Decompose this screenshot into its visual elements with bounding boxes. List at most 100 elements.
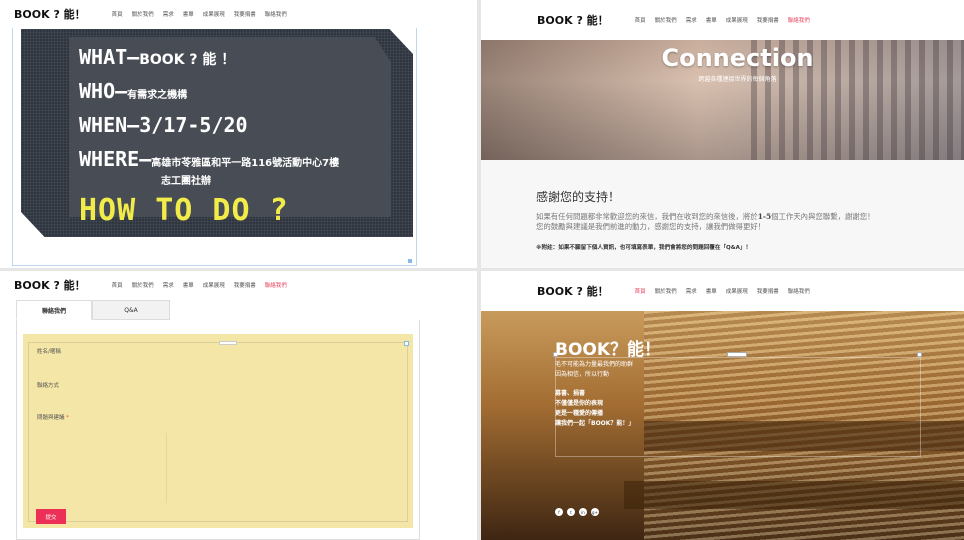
tab-qa[interactable]: Q&A (92, 300, 170, 320)
nav-item-needs[interactable]: 需求 (163, 10, 174, 18)
question-textarea[interactable] (37, 433, 167, 503)
when-label: WHEN— (79, 113, 140, 137)
nav-item-home[interactable]: 首頁 (635, 16, 646, 24)
hero-line-4: 不僅僅是你的表現 (555, 400, 604, 407)
nav-item-home[interactable]: 首頁 (112, 281, 123, 289)
where-value: 高雄市苓雅區和平一路116號活動中心7樓 (151, 158, 340, 169)
nav-item-booklist[interactable]: 書單 (183, 281, 194, 289)
facebook-icon[interactable]: f (555, 508, 563, 516)
instagram-icon[interactable]: in (579, 508, 587, 516)
name-field-label: 姓名/暱稱 (37, 349, 61, 355)
question-field-label: 問題與建議 * (37, 413, 69, 421)
hero-line-3: 募書、捐書 (555, 390, 586, 397)
nav-menu: 首頁 關於我們 需求 書單 成果展現 我要捐書 聯絡我們 (635, 287, 810, 295)
nav-item-booklist[interactable]: 書單 (706, 16, 717, 24)
text-selection-box[interactable] (555, 357, 921, 457)
site-logo[interactable]: BOOK ? 能！ (537, 12, 609, 28)
books-hero: BOOK？能！ 毛不可能為力量最我們的助群 因為相信，所以行動 募書、捐書 不僅… (481, 311, 964, 540)
panel-event-info: BOOK ? 能！ 首頁 關於我們 需求 書單 成果展現 我要捐書 聯絡我們 W… (0, 0, 477, 268)
nav-item-booklist[interactable]: 書單 (183, 10, 194, 18)
tab-panel: 姓名/暱稱 聯絡方式 問題與建議 * 提交 (16, 320, 420, 540)
nav-menu: 首頁 關於我們 需求 書單 成果展現 我要捐書 聯絡我們 (635, 16, 810, 24)
social-links: f t in g+ (555, 508, 599, 516)
contact-field-label: 聯絡方式 (37, 383, 60, 389)
site-logo[interactable]: BOOK ? 能！ (14, 6, 86, 22)
hero-title: BOOK？能！ (555, 340, 662, 360)
nav-item-about[interactable]: 關於我們 (132, 10, 154, 18)
panel-thank-you: BOOK ? 能！ 首頁 關於我們 需求 書單 成果展現 我要捐書 聯絡我們 C… (481, 0, 964, 268)
hero-line-1: 毛不可能為力量最我們的助群 (555, 361, 634, 368)
what-label: WHAT— (79, 45, 140, 69)
thank-you-text: 如果有任何問題都非常歡迎您的來信，我們在收到您的來信後，將於1-5個工作天內與您… (536, 212, 936, 232)
form-selection-box[interactable]: 姓名/暱稱 聯絡方式 問題與建議 * 提交 (28, 341, 409, 524)
hero-line-5: 更是一種愛的傳播 (555, 410, 604, 417)
drag-handle[interactable] (219, 341, 237, 345)
top-nav: BOOK ? 能！ 首頁 關於我們 需求 書單 成果展現 我要捐書 聯絡我們 (0, 0, 477, 28)
top-nav: BOOK ? 能！ 首頁 關於我們 需求 書單 成果展現 我要捐書 聯絡我們 (481, 271, 964, 311)
nav-item-donate[interactable]: 我要捐書 (234, 281, 256, 289)
nav-item-results[interactable]: 成果展現 (203, 10, 225, 18)
nav-item-needs[interactable]: 需求 (686, 287, 697, 295)
nav-menu: 首頁 關於我們 需求 書單 成果展現 我要捐書 聯絡我們 (112, 281, 287, 289)
resize-handle[interactable] (404, 341, 409, 346)
nav-item-contact[interactable]: 聯絡我們 (788, 287, 810, 295)
tab-contact[interactable]: 聯絡我們 (16, 300, 92, 320)
what-value: BOOK ? 能 ！ (139, 52, 236, 68)
nav-item-about[interactable]: 關於我們 (655, 16, 677, 24)
nav-item-home[interactable]: 首頁 (112, 10, 123, 18)
hero-title: Connection (661, 44, 814, 72)
nav-item-donate[interactable]: 我要捐書 (757, 16, 779, 24)
hero-line-2: 因為相信，所以行動 (555, 371, 610, 378)
nav-item-home[interactable]: 首頁 (635, 287, 646, 295)
question-label-text: 問題與建議 (37, 415, 65, 421)
how-to-do-heading: HOW TO DO ? (79, 193, 289, 228)
thank-you-section: 感謝您的支持！ 如果有任何問題都非常歡迎您的來信，我們在收到您的來信後，將於1-… (481, 160, 964, 268)
contact-form: 姓名/暱稱 聯絡方式 問題與建議 * 提交 (23, 334, 413, 528)
twitter-icon[interactable]: t (567, 508, 575, 516)
nav-item-donate[interactable]: 我要捐書 (757, 287, 779, 295)
resize-handle[interactable] (408, 259, 412, 263)
text-line-2: 您的鼓勵與建議是我們前進的動力，感謝您的支持，讓我們做得更好！ (536, 222, 766, 231)
text-bold-days: 1-5 (757, 212, 772, 221)
site-logo[interactable]: BOOK ? 能！ (537, 283, 609, 299)
book-cover-band-2 (624, 481, 964, 509)
nav-item-results[interactable]: 成果展現 (726, 16, 748, 24)
connection-hero: Connection 跨越各種連接世界的每個角落 (481, 28, 964, 160)
footnote: ※附註：如果不願留下個人資訊，也可填寫表單，我們會將您的問題回覆在「Q&A」！ (536, 245, 752, 251)
what-line: WHAT—BOOK ? 能 ！ (79, 45, 235, 69)
google-plus-icon[interactable]: g+ (591, 508, 599, 516)
site-logo[interactable]: BOOK ? 能！ (14, 277, 86, 293)
hero-line-6: 讓我們一起「BOOK？能！」 (555, 420, 635, 427)
nav-item-needs[interactable]: 需求 (163, 281, 174, 289)
drag-handle[interactable] (727, 352, 747, 357)
nav-item-contact[interactable]: 聯絡我們 (788, 16, 810, 24)
thank-you-heading: 感謝您的支持！ (536, 190, 621, 204)
where-line: WHERE—高雄市苓雅區和平一路116號活動中心7樓 (79, 147, 339, 171)
nav-item-results[interactable]: 成果展現 (203, 281, 225, 289)
nav-menu: 首頁 關於我們 需求 書單 成果展現 我要捐書 聯絡我們 (112, 10, 287, 18)
tab-bar: 聯絡我們 Q&A (16, 300, 170, 320)
nav-item-results[interactable]: 成果展現 (726, 287, 748, 295)
nav-item-about[interactable]: 關於我們 (655, 287, 677, 295)
nav-item-contact[interactable]: 聯絡我們 (265, 10, 287, 18)
top-nav: BOOK ? 能！ 首頁 關於我們 需求 書單 成果展現 我要捐書 聯絡我們 (0, 271, 477, 299)
required-mark: * (66, 415, 70, 421)
resize-handle-right[interactable] (917, 352, 922, 357)
where-line-2: 志工團社辦 (161, 169, 211, 188)
nav-item-booklist[interactable]: 書單 (706, 287, 717, 295)
text-part-2: 個工作天內與您聯繫，謝謝您！ (771, 212, 875, 221)
chalkboard: WHAT—BOOK ? 能 ！ WHO—有需求之機構 WHEN—3/17-5/2… (21, 29, 413, 237)
nav-item-needs[interactable]: 需求 (686, 16, 697, 24)
nav-item-contact[interactable]: 聯絡我們 (265, 281, 287, 289)
submit-button[interactable]: 提交 (36, 509, 66, 524)
event-image-frame[interactable]: WHAT—BOOK ? 能 ！ WHO—有需求之機構 WHEN—3/17-5/2… (12, 26, 417, 266)
top-nav: BOOK ? 能！ 首頁 關於我們 需求 書單 成果展現 我要捐書 聯絡我們 (481, 0, 964, 40)
when-value: 3/17-5/20 (139, 113, 248, 137)
nav-item-about[interactable]: 關於我們 (132, 281, 154, 289)
panel-contact-form: BOOK ? 能！ 首頁 關於我們 需求 書單 成果展現 我要捐書 聯絡我們 聯… (0, 271, 477, 540)
who-line: WHO—有需求之機構 (79, 79, 187, 103)
when-line: WHEN—3/17-5/20 (79, 113, 248, 137)
nav-item-donate[interactable]: 我要捐書 (234, 10, 256, 18)
who-label: WHO— (79, 79, 128, 103)
where-value-2: 志工團社辦 (161, 176, 211, 187)
